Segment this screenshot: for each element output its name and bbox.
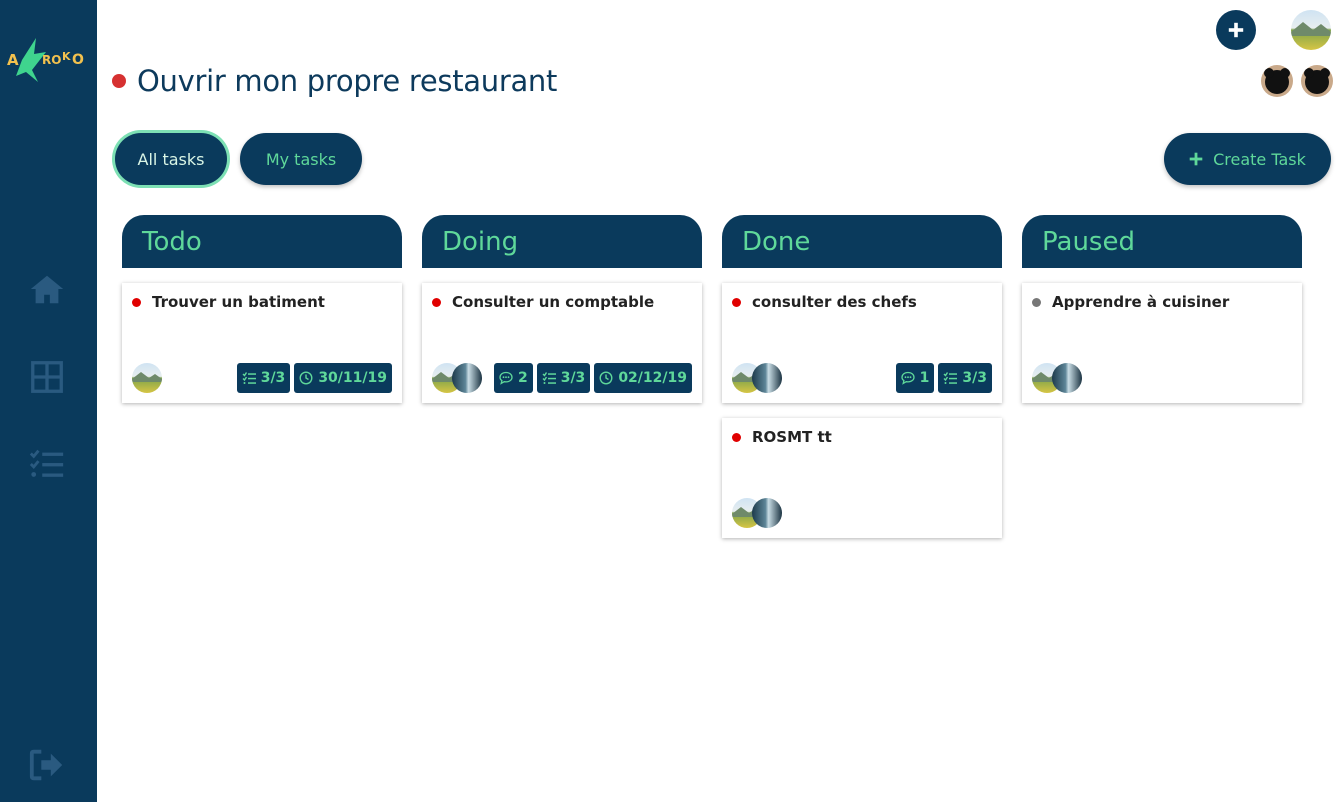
checklist-icon bbox=[242, 372, 256, 384]
column-header: Done bbox=[722, 215, 1002, 268]
sidebar: A RO K O bbox=[0, 0, 97, 802]
column-paused: Paused Apprendre à cuisiner bbox=[1022, 215, 1302, 403]
task-title: consulter des chefs bbox=[752, 293, 917, 311]
current-user-avatar[interactable] bbox=[1290, 9, 1332, 51]
task-assignees bbox=[732, 498, 792, 528]
priority-dot bbox=[132, 298, 141, 307]
comment-icon bbox=[900, 371, 915, 385]
dashboard-nav-button[interactable] bbox=[27, 357, 67, 397]
comments-count: 2 bbox=[517, 370, 528, 386]
comments-count: 1 bbox=[919, 370, 930, 386]
checklist-count: 3/3 bbox=[260, 370, 286, 386]
task-title: Apprendre à cuisiner bbox=[1052, 293, 1230, 311]
comments-badge: 1 bbox=[895, 363, 935, 393]
svg-text:O: O bbox=[72, 52, 84, 68]
assignee-avatar bbox=[452, 363, 482, 393]
plus-icon bbox=[1189, 152, 1203, 166]
dashboard-grid-icon bbox=[31, 361, 63, 393]
task-badges: 1 3/3 bbox=[895, 363, 992, 393]
priority-dot bbox=[732, 298, 741, 307]
task-assignees bbox=[432, 363, 492, 393]
logout-icon bbox=[29, 749, 63, 781]
my-tasks-filter[interactable]: My tasks bbox=[240, 133, 362, 185]
tasks-nav-button[interactable] bbox=[27, 444, 67, 484]
column-doing: Doing Consulter un comptable 2 3/3 02/12… bbox=[422, 215, 702, 403]
task-assignees bbox=[732, 363, 792, 393]
column-header: Todo bbox=[122, 215, 402, 268]
plus-icon bbox=[1228, 22, 1244, 38]
assignee-avatar bbox=[752, 363, 782, 393]
due-date-badge: 30/11/19 bbox=[294, 363, 392, 393]
svg-text:RO: RO bbox=[42, 53, 61, 67]
task-title: ROSMT tt bbox=[752, 428, 832, 446]
home-icon bbox=[30, 275, 64, 304]
clock-icon bbox=[599, 371, 613, 385]
column-header: Doing bbox=[422, 215, 702, 268]
task-badges: 3/3 30/11/19 bbox=[236, 363, 392, 393]
task-assignees bbox=[132, 363, 192, 393]
column-todo: Todo Trouver un batiment 3/3 30/11/19 bbox=[122, 215, 402, 403]
task-title: Consulter un comptable bbox=[452, 293, 655, 311]
task-card[interactable]: ROSMT tt bbox=[722, 418, 1002, 538]
task-badges: 2 3/3 02/12/19 bbox=[493, 363, 692, 393]
task-card[interactable]: Apprendre à cuisiner bbox=[1022, 283, 1302, 403]
comments-badge: 2 bbox=[493, 363, 533, 393]
column-header: Paused bbox=[1022, 215, 1302, 268]
project-status-dot bbox=[112, 74, 126, 88]
task-card[interactable]: consulter des chefs 1 3/3 bbox=[722, 283, 1002, 403]
assignee-avatar bbox=[1052, 363, 1082, 393]
create-task-label: Create Task bbox=[1213, 149, 1306, 169]
priority-dot bbox=[432, 298, 441, 307]
due-date: 02/12/19 bbox=[618, 370, 687, 386]
logout-button[interactable] bbox=[27, 745, 67, 785]
priority-dot bbox=[732, 433, 741, 442]
due-date: 30/11/19 bbox=[318, 370, 387, 386]
checklist-badge: 3/3 bbox=[536, 363, 591, 393]
add-member-button[interactable] bbox=[1216, 10, 1256, 50]
home-nav-button[interactable] bbox=[27, 270, 67, 310]
due-date-badge: 02/12/19 bbox=[594, 363, 692, 393]
task-list-icon bbox=[29, 449, 64, 477]
svg-text:A: A bbox=[7, 51, 19, 69]
member-avatar[interactable] bbox=[1300, 64, 1334, 98]
akroko-logo[interactable]: A RO K O bbox=[6, 32, 90, 88]
task-assignees bbox=[1032, 363, 1092, 393]
checklist-badge: 3/3 bbox=[236, 363, 291, 393]
svg-text:K: K bbox=[62, 50, 71, 63]
task-card[interactable]: Consulter un comptable 2 3/3 02/12/19 bbox=[422, 283, 702, 403]
clock-icon bbox=[299, 371, 313, 385]
all-tasks-filter[interactable]: All tasks bbox=[115, 133, 227, 185]
project-title: Ouvrir mon propre restaurant bbox=[137, 64, 558, 98]
create-task-button[interactable]: Create Task bbox=[1164, 133, 1331, 185]
assignee-avatar bbox=[752, 498, 782, 528]
assignee-avatar bbox=[132, 363, 162, 393]
member-avatar[interactable] bbox=[1260, 64, 1294, 98]
project-header: Ouvrir mon propre restaurant bbox=[112, 64, 557, 98]
task-card[interactable]: Trouver un batiment 3/3 30/11/19 bbox=[122, 283, 402, 403]
checklist-icon bbox=[542, 372, 556, 384]
checklist-count: 3/3 bbox=[560, 370, 586, 386]
checklist-icon bbox=[943, 372, 958, 384]
priority-dot bbox=[1032, 298, 1041, 307]
main-area: Ouvrir mon propre restaurant All tasks M… bbox=[97, 0, 1337, 802]
checklist-badge: 3/3 bbox=[938, 363, 992, 393]
checklist-count: 3/3 bbox=[962, 370, 987, 386]
column-done: Done consulter des chefs 1 3/3 ROSMT tt bbox=[722, 215, 1002, 538]
comment-icon bbox=[499, 371, 513, 385]
task-title: Trouver un batiment bbox=[152, 293, 325, 311]
